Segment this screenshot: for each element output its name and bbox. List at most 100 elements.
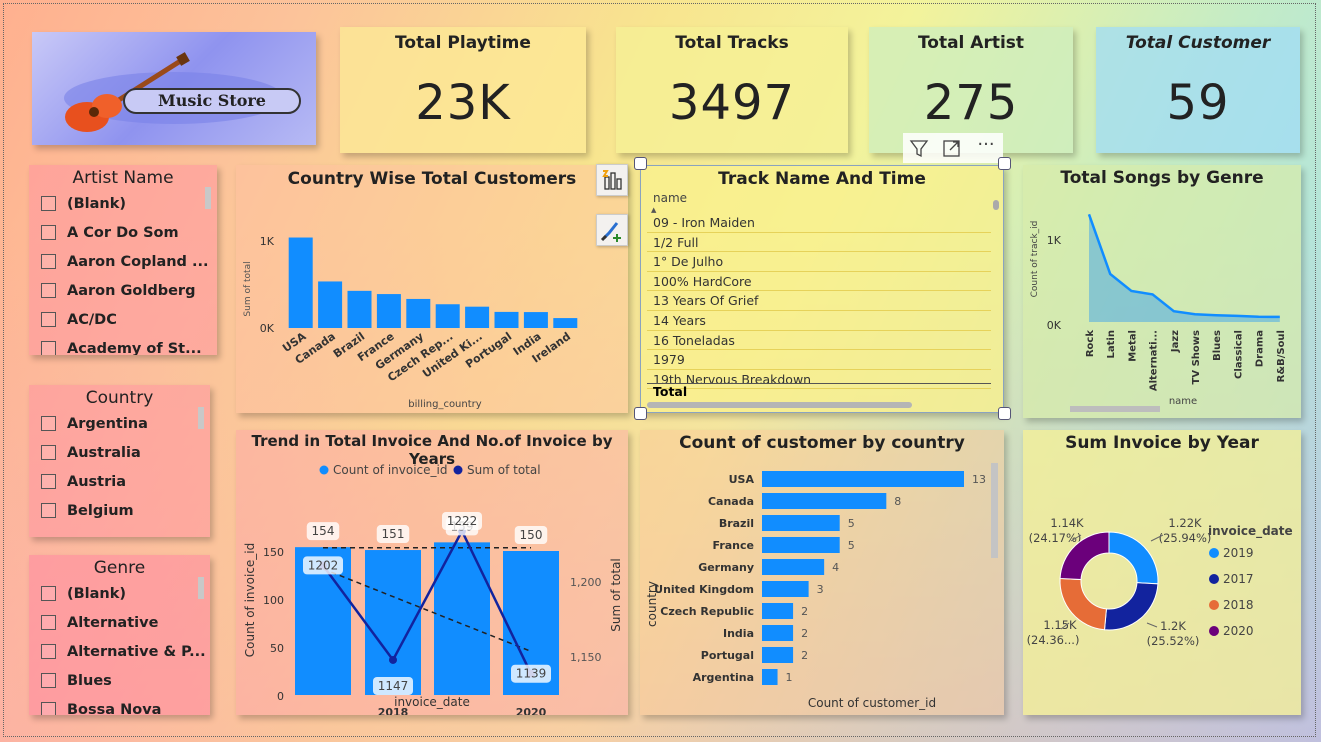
table-row[interactable]: 09 - Iron Maiden <box>647 213 991 233</box>
y-tick-label: Argentina <box>693 671 754 684</box>
checkbox[interactable] <box>41 416 56 431</box>
y-axis-label: Sum of total <box>243 261 253 316</box>
invoice-donut-chart[interactable]: Sum Invoice by Year invoice_date 1.22K (… <box>1023 430 1301 715</box>
resize-handle[interactable] <box>634 407 647 420</box>
focus-mode-icon[interactable] <box>939 136 965 160</box>
table-row[interactable]: 16 Toneladas <box>647 331 991 351</box>
customer-count-chart[interactable]: Count of customer by country country Cou… <box>640 430 1004 715</box>
legend-marker <box>1209 548 1219 558</box>
column-header-name[interactable]: name <box>647 191 991 213</box>
slicer-item[interactable]: AC/DC <box>29 305 217 334</box>
data-label: 154 <box>306 522 340 541</box>
table-row[interactable]: 100% HardCore <box>647 272 991 292</box>
y-tick: 0K <box>260 322 275 335</box>
donut-slice[interactable] <box>1108 531 1159 585</box>
checkbox[interactable] <box>41 196 56 211</box>
bar[interactable] <box>762 515 840 531</box>
slicer-item[interactable]: (Blank) <box>29 189 217 218</box>
more-options-icon[interactable]: ··· <box>973 136 999 160</box>
bar[interactable] <box>318 281 343 328</box>
track-table-visual[interactable]: Track Name And Time name ▲ 09 - Iron Mai… <box>640 165 1004 413</box>
checkbox[interactable] <box>41 225 56 240</box>
donut-slice[interactable] <box>1103 582 1159 631</box>
checkbox[interactable] <box>41 341 56 355</box>
checkbox[interactable] <box>41 503 56 518</box>
genre-songs-chart[interactable]: Total Songs by Genre Count of track_id 1… <box>1023 165 1301 418</box>
table-row[interactable]: 14 Years <box>647 311 991 331</box>
slicer-item-label: A Cor Do Som <box>67 224 179 241</box>
slicer-item[interactable]: Australia <box>29 438 210 467</box>
slicer-scrollbar[interactable] <box>198 577 204 599</box>
genre-slicer[interactable]: Genre (Blank) Alternative Alternative & P.… <box>29 555 210 715</box>
slicer-item[interactable]: Aaron Copland ... <box>29 247 217 276</box>
data-label: 1202 <box>303 556 343 575</box>
table-row[interactable]: 13 Years Of Grief <box>647 291 991 311</box>
slicer-item[interactable]: Bossa Nova <box>29 695 210 715</box>
slicer-scrollbar[interactable] <box>205 187 211 209</box>
checkbox[interactable] <box>41 474 56 489</box>
artist-slicer[interactable]: Artist Name (Blank) A Cor Do Som Aaron Cop… <box>29 165 217 355</box>
slicer-item[interactable]: Blues <box>29 666 210 695</box>
table-vscrollbar[interactable] <box>993 200 999 210</box>
table-row[interactable]: 1° De Julho <box>647 252 991 272</box>
checkbox[interactable] <box>41 283 56 298</box>
checkbox[interactable] <box>41 673 56 688</box>
bar[interactable] <box>762 471 964 487</box>
checkbox[interactable] <box>41 644 56 659</box>
bar[interactable] <box>762 625 794 641</box>
resize-handle[interactable] <box>998 157 1011 170</box>
slicer-item[interactable]: A Cor Do Som <box>29 218 217 247</box>
bar[interactable] <box>553 318 578 328</box>
donut-data-label: (24.17%) <box>1029 531 1082 545</box>
slicer-item[interactable]: Argentina <box>29 409 210 438</box>
checkbox[interactable] <box>41 445 56 460</box>
table-row[interactable]: 1/2 Full <box>647 233 991 253</box>
bar[interactable] <box>406 298 431 328</box>
table-row[interactable]: 1979 <box>647 350 991 370</box>
checkbox[interactable] <box>41 702 56 715</box>
bar[interactable] <box>435 304 460 328</box>
legend-item: 2017 <box>1223 572 1254 586</box>
data-label: 1 <box>786 671 793 684</box>
bar[interactable] <box>347 290 372 328</box>
y-tick-label: Germany <box>698 561 754 574</box>
slicer-item[interactable]: Aaron Goldberg <box>29 276 217 305</box>
bar[interactable] <box>762 647 794 663</box>
checkbox[interactable] <box>41 586 56 601</box>
format-button[interactable] <box>596 214 628 246</box>
slicer-item[interactable]: Belgium <box>29 496 210 525</box>
resize-handle[interactable] <box>634 157 647 170</box>
kpi-value: 275 <box>923 75 1019 131</box>
donut-plot: invoice_date 1.22K (25.94%) 1.2K (25.52%… <box>1027 516 1293 648</box>
resize-handle[interactable] <box>998 407 1011 420</box>
checkbox[interactable] <box>41 615 56 630</box>
bar[interactable] <box>523 312 548 328</box>
slicer-item[interactable]: Austria <box>29 467 210 496</box>
slicer-item[interactable]: (Blank) <box>29 579 210 608</box>
bar[interactable] <box>762 559 825 575</box>
y-tick-label: Portugal <box>701 649 754 662</box>
slicer-scrollbar[interactable] <box>198 407 204 429</box>
bar[interactable] <box>465 306 490 328</box>
bar[interactable] <box>376 294 401 328</box>
bar[interactable] <box>762 537 840 553</box>
country-slicer[interactable]: Country Argentina Australia Austria Belgium <box>29 385 210 537</box>
bar[interactable] <box>494 311 519 328</box>
slicer-item[interactable]: Alternative & P... <box>29 637 210 666</box>
kpi-value: 23K <box>415 75 511 131</box>
filter-icon[interactable] <box>906 136 932 160</box>
slicer-item[interactable]: Academy of St... <box>29 334 217 355</box>
visualizations-button[interactable] <box>596 164 628 196</box>
bar[interactable] <box>762 669 778 685</box>
bar[interactable] <box>288 237 313 328</box>
country-total-chart[interactable]: Country Wise Total Customers Sum of tota… <box>236 165 628 413</box>
bar[interactable] <box>762 493 887 509</box>
logo-card: Music Store <box>32 32 316 145</box>
slicer-item[interactable]: Alternative <box>29 608 210 637</box>
table-hscrollbar[interactable] <box>647 402 912 408</box>
invoice-trend-chart[interactable]: Trend in Total Invoice And No.of Invoice… <box>236 430 628 715</box>
checkbox[interactable] <box>41 254 56 269</box>
checkbox[interactable] <box>41 312 56 327</box>
bar[interactable] <box>762 603 794 619</box>
bar[interactable] <box>762 581 809 597</box>
